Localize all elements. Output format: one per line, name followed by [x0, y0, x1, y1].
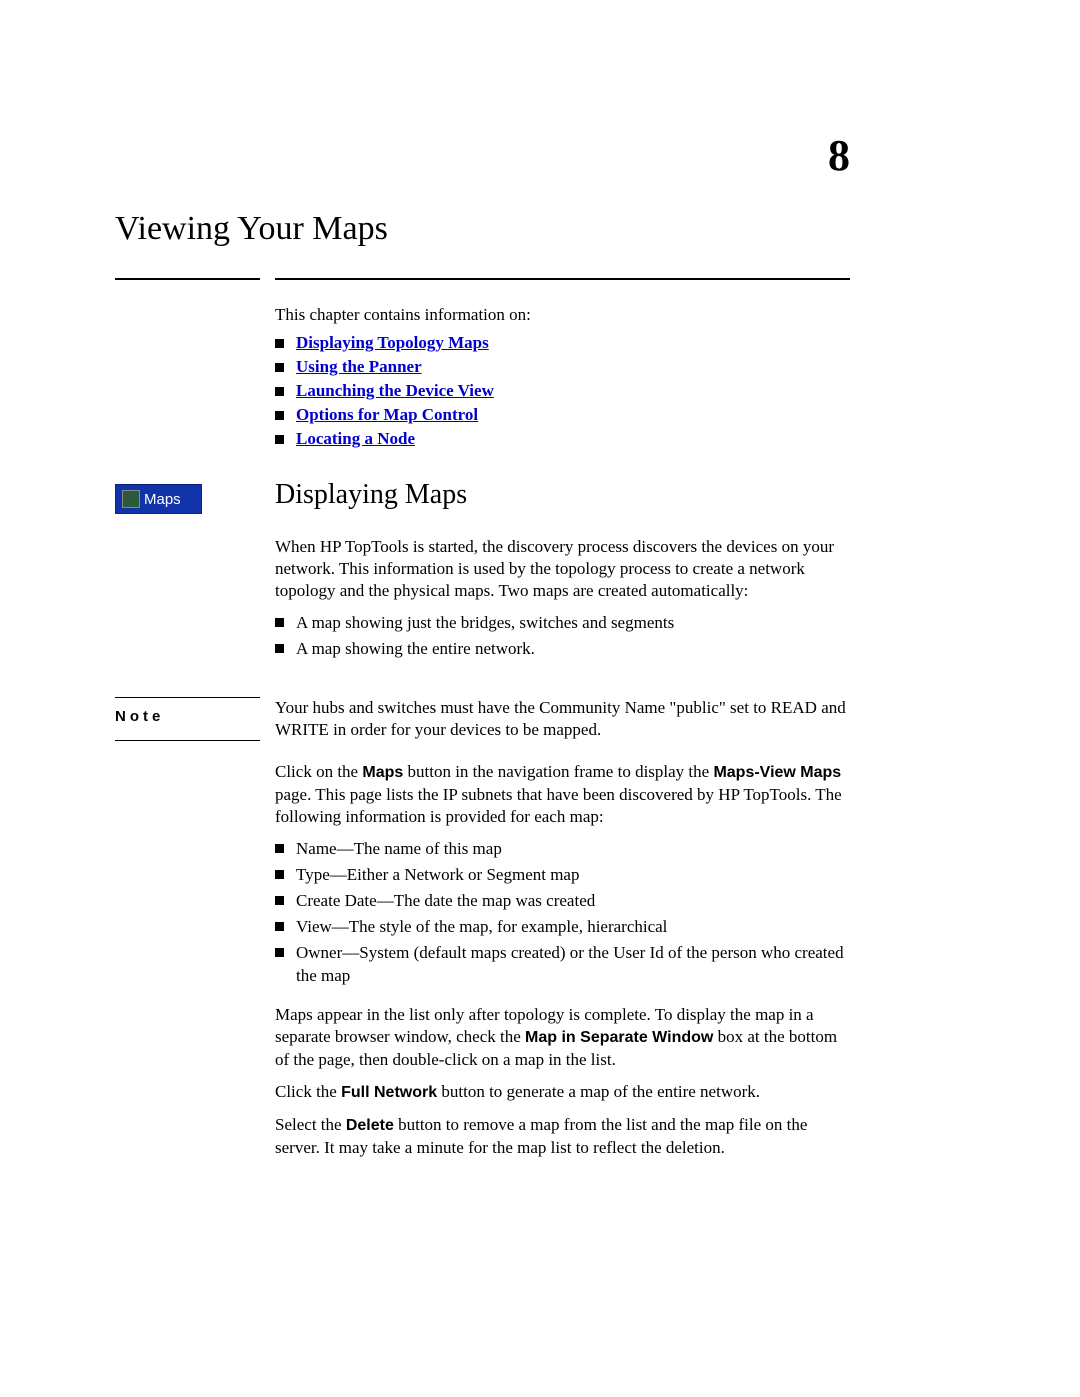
para-full-network: Click the Full Network button to generat…	[275, 1081, 850, 1104]
list-item: View—The style of the map, for example, …	[296, 916, 667, 939]
toc-link-displaying-topology-maps[interactable]: Displaying Topology Maps	[296, 333, 489, 353]
note-sidebar: Note	[115, 697, 260, 741]
chapter-number: 8	[828, 130, 850, 181]
bullet-icon	[275, 387, 284, 396]
chapter-title: Viewing Your Maps	[115, 210, 850, 248]
bullet-icon	[275, 844, 284, 853]
list-item: Create Date—The date the map was created	[296, 890, 595, 913]
toc-link-locating-a-node[interactable]: Locating a Node	[296, 429, 415, 449]
toc-link-options-map-control[interactable]: Options for Map Control	[296, 405, 478, 425]
para-discovery: When HP TopTools is started, the discove…	[275, 536, 850, 602]
bullet-icon	[275, 339, 284, 348]
list-item: A map showing the entire network.	[296, 638, 535, 661]
bullet-icon	[275, 618, 284, 627]
maps-button-label: Maps	[144, 491, 181, 508]
maps-created-list: A map showing just the bridges, switches…	[275, 612, 850, 661]
list-item: Owner—System (default maps created) or t…	[296, 942, 850, 988]
para-separate-window: Maps appear in the list only after topol…	[275, 1004, 850, 1071]
maps-icon	[122, 490, 140, 508]
toc-link-using-the-panner[interactable]: Using the Panner	[296, 357, 422, 377]
note-label: Note	[115, 708, 164, 725]
note-text: Your hubs and switches must have the Com…	[275, 697, 850, 741]
para-delete: Select the Delete button to remove a map…	[275, 1114, 850, 1159]
divider-row	[115, 278, 850, 280]
bullet-icon	[275, 896, 284, 905]
bullet-icon	[275, 922, 284, 931]
toc-link-launching-device-view[interactable]: Launching the Device View	[296, 381, 494, 401]
list-item: A map showing just the bridges, switches…	[296, 612, 674, 635]
bullet-icon	[275, 411, 284, 420]
list-item: Type—Either a Network or Segment map	[296, 864, 579, 887]
bullet-icon	[275, 870, 284, 879]
bullet-icon	[275, 435, 284, 444]
bullet-icon	[275, 363, 284, 372]
bullet-icon	[275, 644, 284, 653]
bullet-icon	[275, 948, 284, 957]
para-maps-button: Click on the Maps button in the navigati…	[275, 761, 850, 828]
intro-text: This chapter contains information on:	[275, 305, 850, 325]
maps-button[interactable]: Maps	[115, 484, 202, 514]
list-item: Name—The name of this map	[296, 838, 502, 861]
map-info-list: Name—The name of this map Type—Either a …	[275, 838, 850, 988]
section-title-displaying-maps: Displaying Maps	[275, 479, 850, 511]
toc-link-list: Displaying Topology Maps Using the Panne…	[275, 333, 850, 449]
sidebar-intro	[115, 305, 260, 479]
